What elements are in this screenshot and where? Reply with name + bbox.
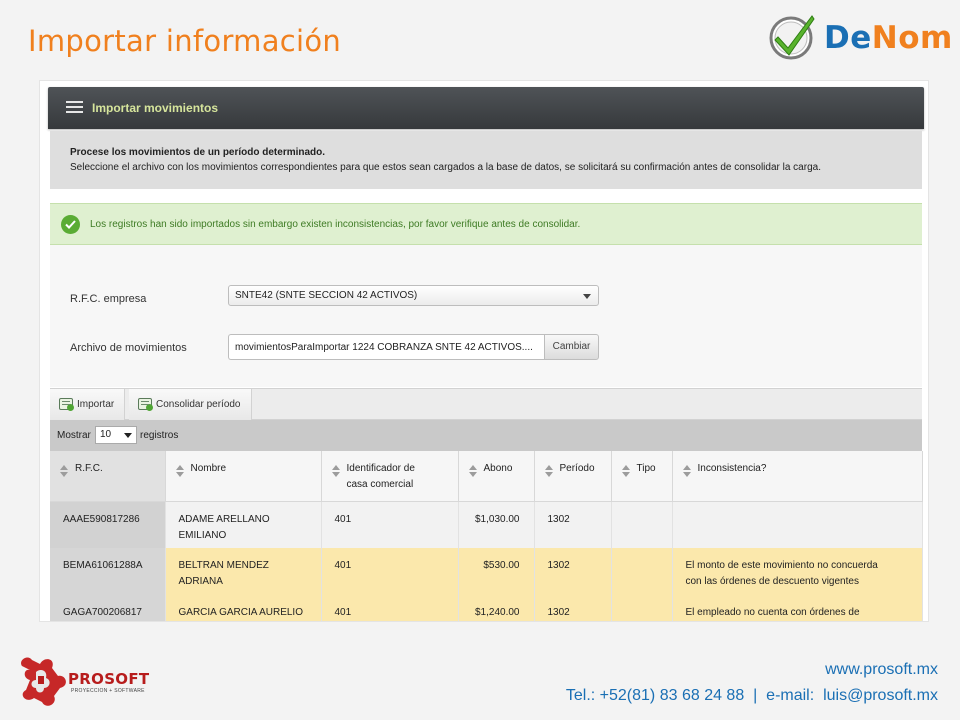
footer-website[interactable]: www.prosoft.mx: [825, 661, 938, 679]
slide-title: Importar información: [28, 24, 342, 58]
rfc-label: R.F.C. empresa: [70, 293, 147, 305]
page-length-select[interactable]: 10: [95, 426, 137, 444]
sort-icon: [331, 465, 341, 477]
import-button[interactable]: Importar: [50, 389, 126, 420]
column-header-tipo[interactable]: Tipo: [611, 451, 673, 502]
menu-icon[interactable]: [66, 101, 83, 114]
import-form: R.F.C. empresa SNTE42 (SNTE SECCION 42 A…: [50, 245, 922, 387]
puzzle-icon: [21, 657, 66, 706]
sort-icon: [468, 465, 478, 477]
cell-abono: $1,030.00: [458, 501, 535, 548]
movements-table: R.F.C. Nombre Identificador de casa comer…: [50, 451, 923, 621]
column-header-abono[interactable]: Abono: [458, 451, 535, 502]
cell-tipo: [611, 595, 673, 621]
cell-nombre: BELTRAN MENDEZ ADRIANA: [165, 548, 322, 595]
sort-icon: [60, 465, 69, 477]
table-row[interactable]: GAGA700206817 GARCIA GARCIA AURELIO 401 …: [50, 595, 923, 621]
cell-periodo: 1302: [534, 595, 612, 621]
length-suffix: registros: [140, 430, 179, 441]
cell-abono: $530.00: [458, 548, 535, 595]
denom-logo: DeNom: [766, 10, 952, 66]
cell-inconsistencia: [672, 501, 923, 548]
app-header-title: Importar movimientos: [92, 101, 219, 115]
info-heading: Procese los movimientos de un período de…: [70, 147, 326, 158]
info-description: Seleccione el archivo con los movimiento…: [70, 162, 821, 173]
app-header: Importar movimientos: [48, 87, 924, 129]
chevron-down-icon: [583, 294, 591, 299]
page-length-bar: Mostrar 10 registros: [50, 420, 922, 451]
file-label: Archivo de movimientos: [70, 342, 187, 354]
check-circle-icon: [61, 215, 80, 234]
table-row[interactable]: AAAE590817286 ADAME ARELLANO EMILIANO 401…: [50, 501, 923, 548]
sort-icon: [621, 465, 631, 477]
chevron-down-icon: [124, 433, 132, 438]
cell-periodo: 1302: [534, 501, 612, 548]
prosoft-logo: PROSOFT PROYECCION + SOFTWARE: [14, 652, 154, 714]
check-circle-icon: [769, 15, 815, 60]
consolidate-icon: [138, 398, 153, 411]
length-prefix: Mostrar: [57, 430, 91, 441]
info-box: Procese los movimientos de un período de…: [50, 131, 922, 189]
sort-icon: [175, 465, 185, 477]
prosoft-tagline: PROYECCION + SOFTWARE: [71, 688, 145, 694]
import-icon: [59, 398, 74, 411]
page-length-value: 10: [100, 429, 112, 440]
cell-identificador: 401: [321, 501, 459, 548]
denom-wordmark: DeNom: [824, 20, 953, 56]
cell-tipo: [611, 501, 673, 548]
cell-rfc: BEMA61061288A: [50, 548, 166, 595]
toolbar: Importar Consolidar período: [50, 388, 922, 420]
table-header-row: R.F.C. Nombre Identificador de casa comer…: [50, 451, 923, 502]
cell-rfc: GAGA700206817: [50, 595, 166, 621]
consolidate-button[interactable]: Consolidar período: [129, 389, 252, 420]
column-header-rfc[interactable]: R.F.C.: [50, 451, 166, 502]
file-input[interactable]: movimientosParaImportar 1224 COBRANZA SN…: [228, 334, 544, 360]
import-button-label: Importar: [77, 399, 115, 410]
cell-inconsistencia: El monto de este movimiento no concuerda…: [672, 548, 923, 595]
cell-abono: $1,240.00: [458, 595, 535, 621]
cell-tipo: [611, 548, 673, 595]
sort-icon: [682, 465, 692, 477]
cell-identificador: 401: [321, 548, 459, 595]
column-header-periodo[interactable]: Período: [534, 451, 612, 502]
cell-identificador: 401: [321, 595, 459, 621]
rfc-select[interactable]: SNTE42 (SNTE SECCION 42 ACTIVOS): [228, 285, 599, 306]
cell-nombre: GARCIA GARCIA AURELIO: [165, 595, 322, 621]
footer-contact: Tel.: +52(81) 83 68 24 88 | e-mail: luis…: [565, 687, 938, 704]
cell-nombre: ADAME ARELLANO EMILIANO: [165, 501, 322, 548]
change-file-button[interactable]: Cambiar: [544, 334, 599, 360]
table-row[interactable]: BEMA61061288A BELTRAN MENDEZ ADRIANA 401 …: [50, 548, 923, 595]
rfc-selected-value: SNTE42 (SNTE SECCION 42 ACTIVOS): [235, 290, 418, 301]
prosoft-wordmark: PROSOFT: [68, 670, 150, 688]
column-header-inconsistencia[interactable]: Inconsistencia?: [672, 451, 923, 502]
consolidate-button-label: Consolidar período: [156, 399, 241, 410]
column-header-identificador[interactable]: Identificador de casa comercial: [321, 451, 459, 502]
alert-message: Los registros han sido importados sin em…: [90, 219, 581, 230]
cell-periodo: 1302: [534, 548, 612, 595]
cell-inconsistencia: El empleado no cuenta con órdenes de: [672, 595, 923, 621]
success-alert: Los registros han sido importados sin em…: [50, 203, 922, 245]
cell-rfc: AAAE590817286: [50, 501, 166, 548]
column-header-nombre[interactable]: Nombre: [165, 451, 322, 502]
app-screenshot: Importar movimientos Procese los movimie…: [39, 80, 929, 622]
sort-icon: [544, 465, 554, 477]
